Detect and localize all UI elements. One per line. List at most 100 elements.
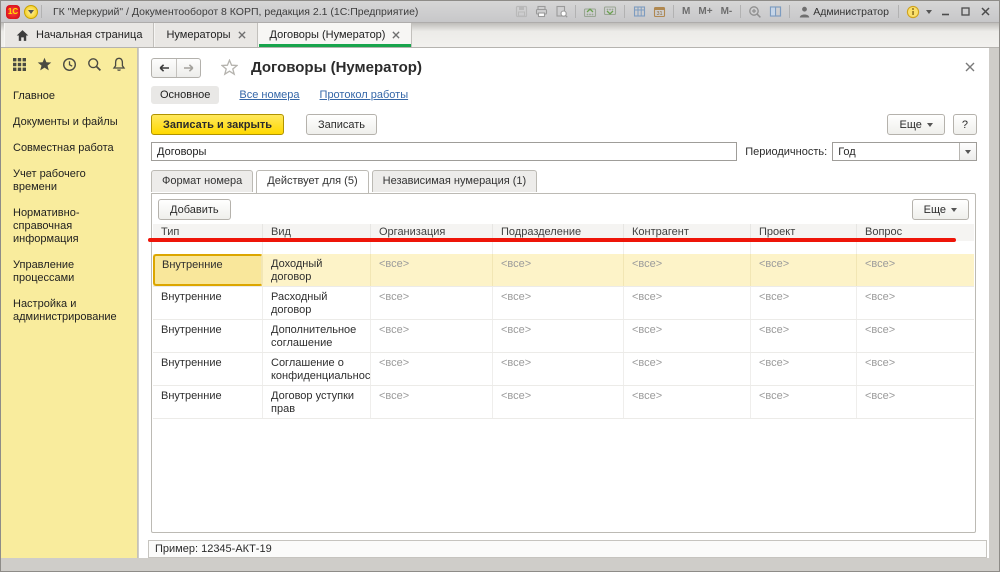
tab-home[interactable]: Начальная страница [4,23,154,47]
minimize-button[interactable] [936,4,954,20]
tab-numerators[interactable]: Нумераторы [154,23,257,47]
cell-organization[interactable]: <все> [371,287,493,319]
cell-counterparty[interactable]: <все> [624,386,751,418]
chevron-down-icon[interactable] [926,10,932,14]
forward-button[interactable] [176,59,200,77]
info-icon[interactable] [904,4,922,20]
maximize-button[interactable] [956,4,974,20]
zoom-icon[interactable] [746,4,764,20]
back-button[interactable] [152,59,176,77]
menu-grid-icon[interactable] [12,57,27,72]
cell-question[interactable]: <все> [857,386,974,418]
cell-organization[interactable]: <все> [371,320,493,352]
cell-department[interactable]: <все> [493,287,624,319]
numerator-name-input[interactable] [151,142,737,161]
form-area: Договоры (Нумератор) Основное Все номера… [139,48,989,558]
cell-question[interactable]: <все> [857,287,974,319]
split-panels-icon[interactable] [766,4,784,20]
save-icon[interactable] [512,4,530,20]
cell-department[interactable]: <все> [493,254,624,286]
close-icon[interactable] [392,31,400,39]
nav-link-work-log[interactable]: Протокол работы [320,89,409,101]
history-clock-icon[interactable] [62,57,77,72]
tab-valid-for[interactable]: Действует для (5) [256,170,368,193]
cell-department[interactable]: <все> [493,386,624,418]
cell-type[interactable]: Внутренние [153,353,263,385]
cell-kind[interactable]: Соглашение о конфиденциальности [263,353,371,385]
cell-organization[interactable]: <все> [371,386,493,418]
more-label: Еще [899,119,921,131]
cell-counterparty[interactable]: <все> [624,353,751,385]
calculator-out-icon[interactable] [601,4,619,20]
cell-department[interactable]: <все> [493,353,624,385]
tab-independent-numbering[interactable]: Независимая нумерация (1) [372,170,538,192]
example-field: Пример: 12345-АКТ-19 [148,540,987,558]
cell-project[interactable]: <все> [751,353,857,385]
close-window-button[interactable] [976,4,994,20]
cell-type[interactable]: Внутренние [153,320,263,352]
sidebar-item-process-management[interactable]: Управление процессами [13,259,131,285]
combo-dropdown-button[interactable] [959,143,976,160]
sidebar-item-main[interactable]: Главное [13,90,131,103]
cell-kind[interactable]: Расходный договор [263,287,371,319]
cell-organization[interactable]: <все> [371,254,493,286]
current-user-button[interactable]: Администратор [795,6,893,18]
table-more-button[interactable]: Еще [912,199,969,220]
favorite-star-icon[interactable] [221,59,238,76]
cell-kind[interactable]: Дополнительное соглашение [263,320,371,352]
nav-link-main[interactable]: Основное [151,86,219,104]
favorites-star-icon[interactable] [37,57,52,72]
sidebar-item-reference-info[interactable]: Нормативно-справочная информация [13,207,131,246]
table-row[interactable]: Внутренние Доходный договор <все> <все> … [153,254,974,287]
cell-project[interactable]: <все> [751,320,857,352]
cell-counterparty[interactable]: <все> [624,254,751,286]
cell-counterparty[interactable]: <все> [624,320,751,352]
sidebar-item-documents-files[interactable]: Документы и файлы [13,116,131,129]
table-row[interactable]: Внутренние Расходный договор <все> <все>… [153,287,974,320]
notifications-bell-icon[interactable] [112,57,126,72]
more-button[interactable]: Еще [887,114,944,135]
cell-counterparty[interactable]: <все> [624,287,751,319]
cell-type[interactable]: Внутренние [153,254,263,286]
close-icon[interactable] [238,31,246,39]
cell-type[interactable]: Внутренние [153,287,263,319]
tab-contracts-numerator[interactable]: Договоры (Нумератор) [258,23,413,47]
cell-kind[interactable]: Договор уступки прав [263,386,371,418]
print-icon[interactable] [532,4,550,20]
cell-organization[interactable]: <все> [371,353,493,385]
save-and-close-button[interactable]: Записать и закрыть [151,114,284,135]
table-row[interactable]: Внутренние Договор уступки прав <все> <в… [153,386,974,419]
close-form-icon[interactable] [965,62,975,72]
tab-number-format[interactable]: Формат номера [151,170,253,192]
main-menu-button[interactable] [24,5,38,19]
cell-kind[interactable]: Доходный договор [263,254,371,286]
calendar-icon[interactable]: 31 [650,4,668,20]
memory-mminus-button[interactable]: M- [718,6,736,17]
cell-question[interactable]: <все> [857,254,974,286]
nav-link-all-numbers[interactable]: Все номера [239,89,299,101]
memory-m-button[interactable]: M [679,6,693,17]
cell-department[interactable]: <все> [493,320,624,352]
cell-question[interactable]: <все> [857,320,974,352]
cell-project[interactable]: <все> [751,287,857,319]
cell-type[interactable]: Внутренние [153,386,263,418]
periodicity-select[interactable]: Год [832,142,977,161]
cell-project[interactable]: <все> [751,254,857,286]
sidebar-item-settings-admin[interactable]: Настройка и администрирование [13,298,131,324]
calculator-in-icon[interactable] [581,4,599,20]
add-button[interactable]: Добавить [158,199,231,220]
cell-project[interactable]: <все> [751,386,857,418]
save-button[interactable]: Записать [306,114,377,135]
help-button[interactable]: ? [953,114,977,135]
sidebar-item-time-tracking[interactable]: Учет рабочего времени [13,168,131,194]
sidebar-item-collaboration[interactable]: Совместная работа [13,142,131,155]
app-window: 1С ГК "Меркурий" / Документооборот 8 КОР… [0,0,1000,572]
table-row[interactable]: Внутренние Соглашение о конфиденциальнос… [153,353,974,386]
search-icon[interactable] [87,57,102,72]
print-preview-icon[interactable] [552,4,570,20]
memory-mplus-button[interactable]: M+ [695,6,715,17]
table-row[interactable]: Внутренние Дополнительное соглашение <вс… [153,320,974,353]
svg-text:31: 31 [656,11,662,17]
table-icon[interactable] [630,4,648,20]
cell-question[interactable]: <все> [857,353,974,385]
